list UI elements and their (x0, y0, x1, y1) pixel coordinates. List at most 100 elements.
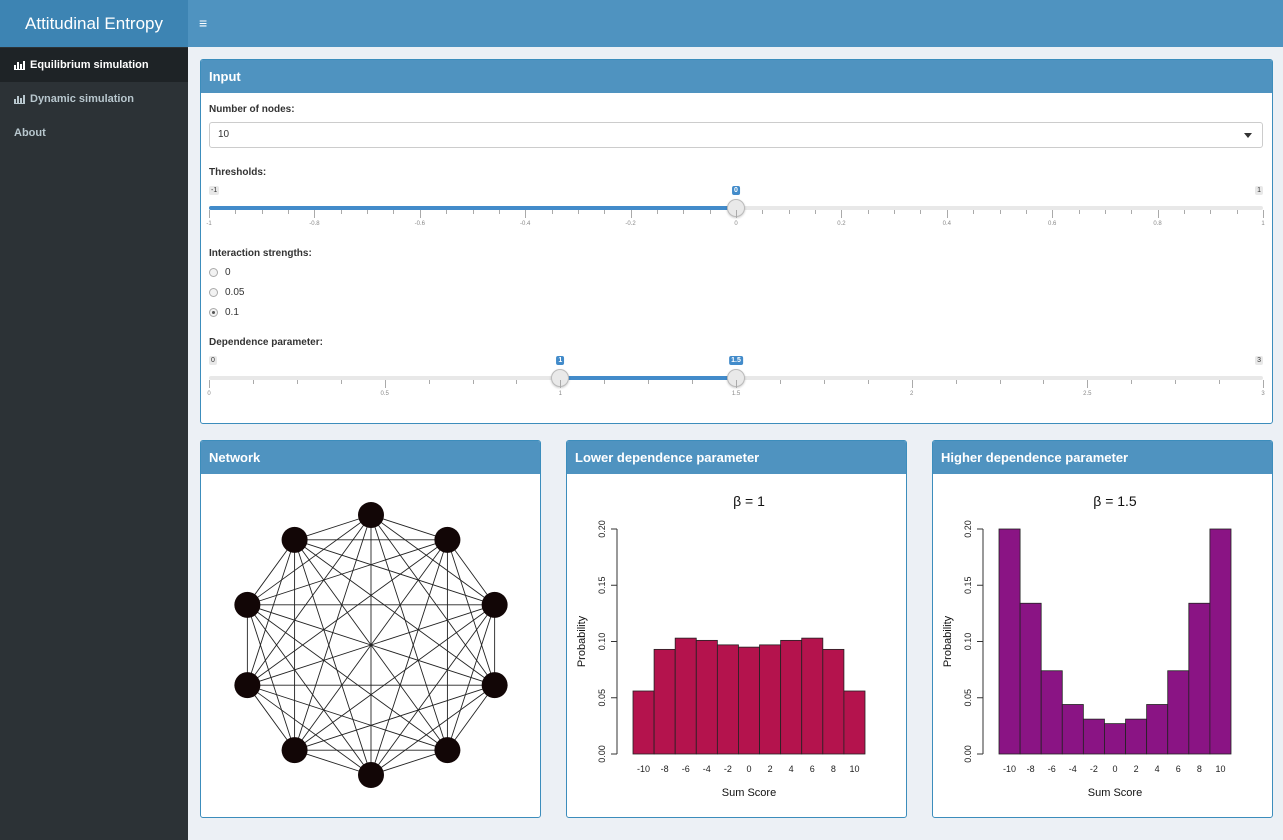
slider-tick (472, 380, 474, 384)
slider-tick (709, 210, 711, 214)
network-node (481, 591, 508, 618)
network-node (234, 591, 261, 618)
bar (632, 690, 655, 755)
slider-tick-label: 0.8 (1153, 221, 1162, 227)
y-axis-label: Probability (576, 615, 588, 667)
slider-tick-label: -0.8 (309, 221, 320, 227)
sidebar-item-label: Dynamic simulation (30, 93, 134, 105)
slider-tick (296, 380, 298, 384)
slider-tick (999, 210, 1001, 214)
nodes-select[interactable]: 10 (209, 122, 1263, 148)
network-node (281, 737, 308, 764)
chart-title: β = 1.5 (1093, 493, 1137, 509)
slider-tick (340, 380, 342, 384)
slider-tick (815, 210, 817, 214)
x-tick-label: 0 (746, 764, 751, 774)
slider-tick (261, 210, 263, 214)
sidebar-item-label: Equilibrium simulation (30, 59, 149, 71)
x-tick-label: 8 (1197, 764, 1202, 774)
x-tick-label: -4 (1069, 764, 1077, 774)
radio-button[interactable] (209, 268, 218, 277)
thresholds-max-label: 1 (1255, 186, 1263, 195)
dependence-max-label: 3 (1255, 356, 1263, 365)
hamburger-icon[interactable]: ≡ (199, 15, 207, 31)
x-tick-label: -10 (637, 764, 650, 774)
bar (1061, 704, 1084, 755)
slider-tick (1219, 380, 1221, 384)
x-tick-label: 0 (1112, 764, 1117, 774)
bar (843, 690, 866, 755)
slider-tick-label: 1 (558, 391, 562, 397)
x-axis-label: Sum Score (1088, 787, 1142, 799)
sidebar-item-label: About (14, 127, 46, 139)
slider-tick (692, 380, 694, 384)
interaction-option-0-1[interactable]: 0.1 (209, 307, 239, 318)
lower-dependence-chart: β = 1 0.00 0.05 0.10 0.15 0.20 Probability -10 -… (576, 493, 866, 799)
x-tick-label: -6 (1048, 764, 1056, 774)
sidebar-item-dynamic-simulation[interactable]: Dynamic simulation (0, 82, 188, 116)
interaction-option-0-05[interactable]: 0.05 (209, 287, 244, 298)
radio-button[interactable] (209, 308, 218, 317)
slider-tick (999, 380, 1001, 384)
slider-tick (367, 210, 369, 214)
x-axis-label: Sum Score (722, 787, 776, 799)
slider-tick-label: 0.5 (380, 391, 389, 397)
slider-tick (446, 210, 448, 214)
slider-tick (823, 380, 825, 384)
bar (1019, 602, 1042, 755)
slider-tick (911, 380, 913, 388)
slider-tick (1131, 380, 1133, 384)
slider-tick-label: 0.4 (942, 221, 951, 227)
slider-tick (920, 210, 922, 214)
slider-tick (1104, 210, 1106, 214)
sidebar-item-about[interactable]: About (0, 116, 188, 150)
app-title[interactable]: Attitudinal Entropy (0, 0, 188, 47)
bar (780, 639, 803, 755)
thresholds-slider[interactable]: -1 1 0 -1 -0.8 -0.6 -0.4 -0.2 0 0.2 0.4 0.6 0.8 1 (206, 186, 1265, 234)
network-edge (294, 684, 495, 751)
network-node (434, 737, 461, 764)
network-edge (294, 539, 372, 776)
slider-tick (525, 210, 527, 218)
sidebar-item-equilibrium-simulation[interactable]: Equilibrium simulation (0, 48, 188, 82)
interaction-label: Interaction strengths: (209, 248, 312, 259)
network-edge (370, 514, 496, 686)
interaction-option-0[interactable]: 0 (209, 267, 231, 278)
x-tick-label: 8 (831, 764, 836, 774)
y-tick-label: 0.00 (963, 745, 973, 763)
slider-tick (209, 210, 210, 218)
slider-tick (736, 380, 737, 388)
slider-tick (788, 210, 790, 214)
dependence-label: Dependence parameter: (209, 337, 323, 348)
bar (801, 637, 824, 755)
slider-tick (1087, 380, 1089, 388)
slider-tick-label: 0 (207, 391, 211, 397)
slider-tick (209, 380, 210, 388)
bar (738, 646, 760, 755)
slider-tick (648, 380, 650, 384)
dependence-to-label: 1.5 (729, 356, 743, 365)
bar (1188, 602, 1211, 755)
bar (695, 639, 718, 755)
slider-tick (955, 380, 957, 384)
network-node (281, 526, 308, 553)
slider-tick (1263, 380, 1264, 388)
network-edge (247, 539, 448, 606)
slider-tick (472, 210, 474, 214)
slider-tick-label: 0.2 (837, 221, 846, 227)
slider-tick-label: 3 (1261, 391, 1265, 397)
dependence-slider[interactable]: 0 3 1 1.5 0 0.5 1 1.5 2 2.5 3 (207, 356, 1265, 404)
thresholds-min-label: -1 (209, 186, 220, 195)
y-tick-label: 0.20 (963, 520, 973, 538)
network-graph (234, 502, 508, 788)
slider-tick-label: 0.6 (1048, 221, 1057, 227)
x-tick-label: 10 (1215, 764, 1225, 774)
network-edge (294, 539, 495, 686)
radio-button[interactable] (209, 288, 218, 297)
slider-tick (656, 210, 658, 214)
slider-tick (498, 210, 500, 214)
higher-dependence-box: Higher dependence parameter β = 1.5 0.00 0… (932, 440, 1273, 818)
slider-tick (384, 380, 386, 388)
chart-title: β = 1 (733, 493, 765, 509)
input-box-title: Input (201, 60, 1272, 93)
